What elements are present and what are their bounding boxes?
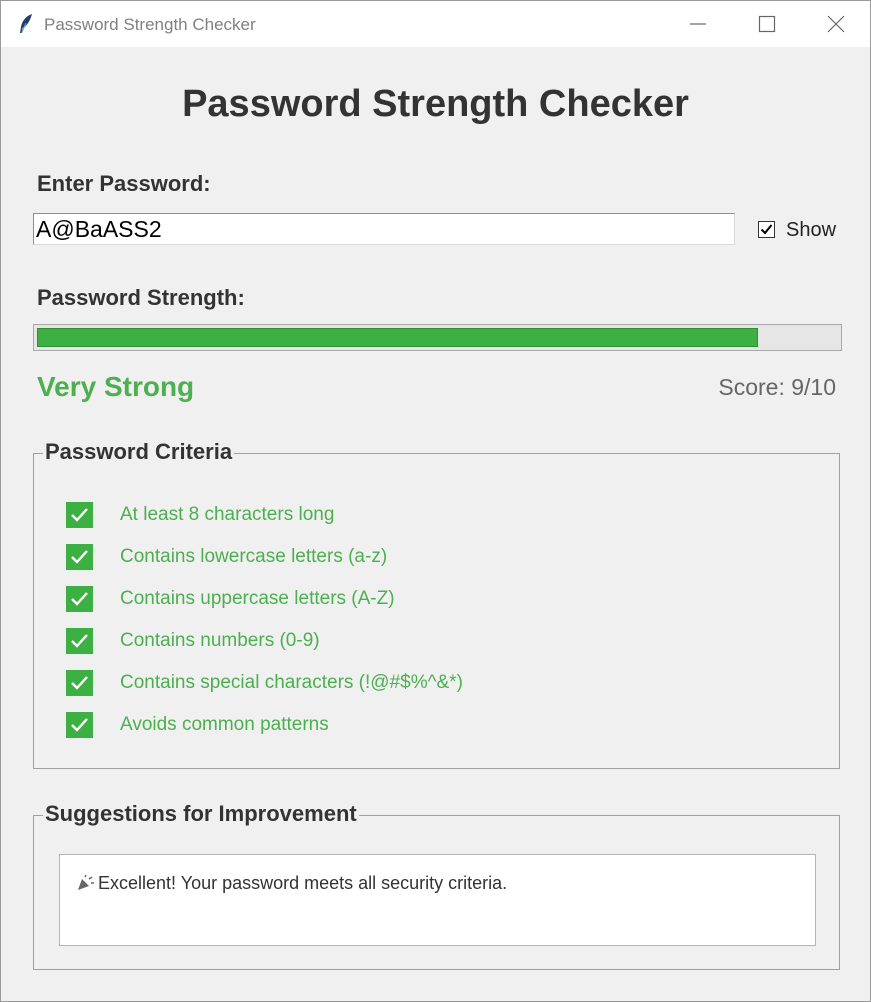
criteria-label: Contains lowercase letters (a-z) (120, 546, 388, 567)
strength-score: Score: 9/10 (718, 374, 836, 400)
close-button[interactable] (801, 1, 870, 47)
feather-icon (17, 13, 35, 35)
maximize-icon (758, 15, 776, 33)
check-icon (66, 544, 93, 570)
window-title: Password Strength Checker (44, 15, 256, 34)
suggestions-textbox[interactable]: Excellent! Your password meets all secur… (59, 854, 816, 946)
password-label: Enter Password: (37, 171, 211, 196)
show-checkbox[interactable] (758, 221, 775, 238)
strength-progress-fill (37, 328, 758, 347)
password-input[interactable] (33, 213, 735, 245)
criteria-label: Contains uppercase letters (A-Z) (120, 588, 395, 609)
check-icon (66, 502, 93, 528)
show-label: Show (786, 219, 837, 241)
minimize-button[interactable] (663, 1, 733, 47)
strength-progress-bar (33, 324, 842, 351)
checkmark-icon (760, 224, 773, 235)
maximize-button[interactable] (732, 1, 802, 47)
criteria-label: Avoids common patterns (120, 714, 329, 735)
suggestion-text: Excellent! Your password meets all secur… (98, 873, 508, 893)
criteria-label: Contains special characters (!@#$%^&*) (120, 672, 463, 693)
suggestions-title: Suggestions for Improvement (43, 801, 359, 827)
suggestion-line: Excellent! Your password meets all secur… (76, 873, 507, 894)
suggestions-group: Suggestions for Improvement Excellent! Y… (33, 801, 840, 970)
party-popper-icon (76, 874, 96, 892)
criteria-title: Password Criteria (43, 439, 235, 465)
check-icon (66, 628, 93, 654)
check-icon (66, 670, 93, 696)
strength-label: Password Strength: (37, 285, 245, 310)
close-icon (827, 15, 845, 33)
minimize-icon (690, 23, 706, 25)
page-title: Password Strength Checker (182, 83, 689, 125)
criteria-label: At least 8 characters long (120, 504, 335, 525)
criteria-group: Password Criteria At least 8 characters … (33, 439, 840, 769)
strength-rating: Very Strong (37, 371, 195, 402)
app-window: Password Strength Checker Password Stren… (0, 0, 871, 1002)
check-icon (66, 712, 93, 738)
title-bar: Password Strength Checker (1, 1, 870, 47)
check-icon (66, 586, 93, 612)
criteria-label: Contains numbers (0-9) (120, 630, 320, 651)
